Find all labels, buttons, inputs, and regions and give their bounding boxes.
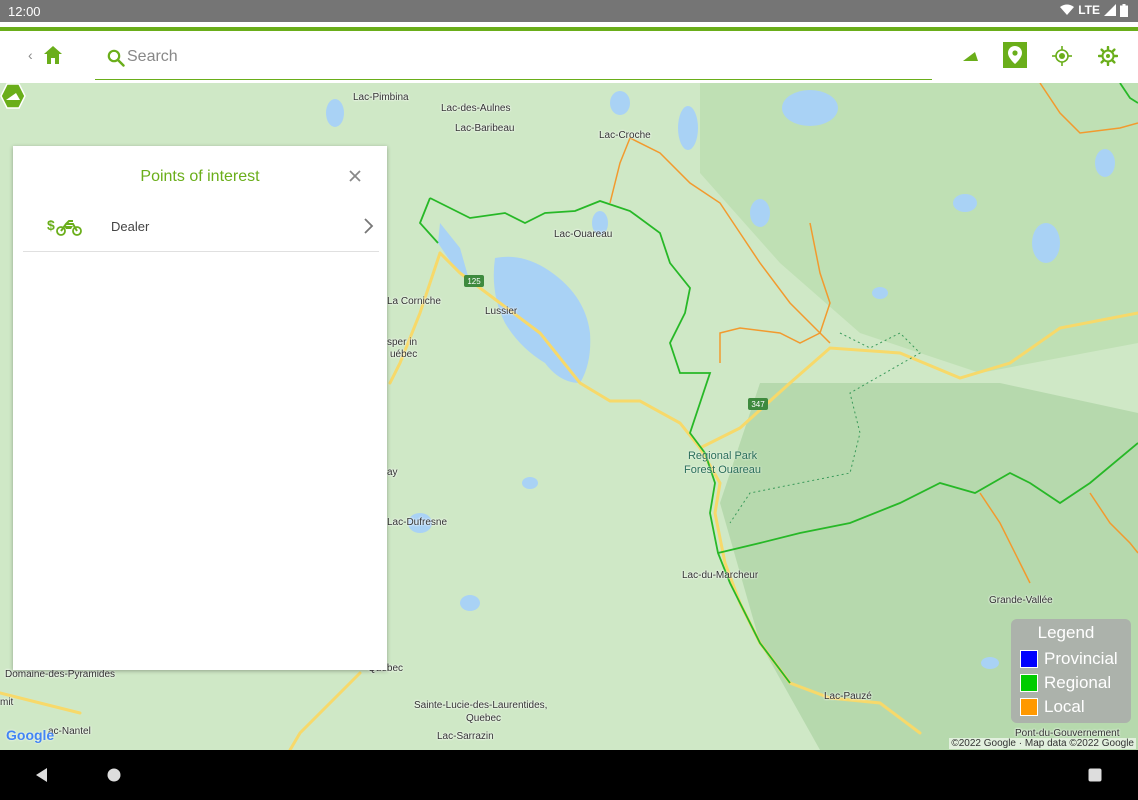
map-label: Lac-Pimbina: [353, 92, 409, 103]
status-bar: 12:00 LTE: [0, 0, 1138, 22]
legend-swatch: [1020, 650, 1038, 668]
map-label: sper in: [387, 337, 418, 348]
route-shield-125: 125: [467, 277, 481, 286]
battery-icon: [1120, 3, 1128, 17]
map-label: Lac-des-Aulnes: [441, 103, 511, 114]
settings-button[interactable]: [1095, 43, 1121, 69]
map-label: ay: [387, 467, 398, 478]
map-pin-button[interactable]: [1003, 42, 1027, 68]
recents-icon[interactable]: [1087, 767, 1103, 783]
map-label: uébec: [390, 349, 418, 360]
map-label: Domaine-des-Pyramides: [5, 669, 116, 680]
locate-button[interactable]: [1049, 43, 1075, 69]
route-shield-347: 347: [751, 400, 765, 409]
map-attribution[interactable]: ©2022 Google · Map data ©2022 Google: [949, 738, 1136, 749]
home-nav-icon[interactable]: [106, 767, 122, 783]
dealer-motorcycle-icon: $: [47, 217, 82, 236]
signal-icon: [1104, 4, 1116, 16]
map-label: Lac-Pauzé: [824, 691, 872, 702]
back-chevron-icon[interactable]: ‹: [28, 47, 33, 63]
home-icon[interactable]: [42, 44, 64, 66]
map-label: Lac-Ouareau: [554, 229, 613, 240]
svg-text:$: $: [47, 217, 55, 233]
locate-icon: [1052, 46, 1072, 66]
close-icon[interactable]: [347, 168, 363, 184]
map-label: Lac-du-Marcheur: [682, 570, 759, 581]
points-of-interest-panel: Points of interest $ Dealer: [13, 146, 387, 670]
map-legend: Legend Provincial Regional Local: [1011, 619, 1131, 723]
legend-label: Regional: [1044, 673, 1112, 692]
network-type: LTE: [1078, 3, 1100, 17]
legend-title: Legend: [1037, 623, 1095, 642]
poi-panel-title: Points of interest: [140, 168, 260, 185]
poi-item-dealer[interactable]: $ Dealer: [23, 204, 379, 252]
system-nav-bar: [0, 750, 1138, 800]
chevron-right-icon: [364, 218, 374, 234]
map-label: Lac-Croche: [599, 130, 651, 141]
map-label: Lussier: [485, 306, 518, 317]
map-label: Sainte-Lucie-des-Laurentides,: [414, 700, 548, 711]
map-pin-icon: [1008, 46, 1022, 64]
triangle-button[interactable]: [958, 43, 984, 69]
poi-marker-icon[interactable]: [0, 83, 26, 109]
status-icons: LTE: [1060, 3, 1128, 17]
park-label-line-2: Forest Ouareau: [684, 464, 762, 476]
legend-item-local: Local: [1020, 696, 1085, 718]
search-icon: [107, 49, 125, 67]
legend-item-regional: Regional: [1020, 672, 1111, 694]
park-label-line-1: Regional Park: [687, 450, 758, 462]
legend-label: Local: [1044, 697, 1085, 716]
map-label: mit: [0, 697, 14, 708]
legend-item-provincial: Provincial: [1020, 648, 1118, 670]
map-label: Lac-Dufresne: [387, 517, 448, 528]
back-icon[interactable]: [34, 767, 50, 783]
map-label: Grande-Vallée: [989, 595, 1053, 606]
status-time: 12:00: [8, 4, 41, 19]
search-input[interactable]: [127, 45, 917, 69]
wifi-icon: [1060, 4, 1075, 15]
park-label: Regional Park Forest Ouareau: [684, 449, 761, 477]
map-label: ac-Nantel: [48, 726, 91, 737]
search-bar: [95, 39, 932, 80]
map-label: Quebec: [466, 713, 502, 724]
map-label: Lac-Sarrazin: [437, 731, 494, 742]
map-label: Lac-Baribeau: [455, 123, 515, 134]
legend-swatch: [1020, 674, 1038, 692]
poi-item-label: Dealer: [111, 219, 150, 234]
triangle-icon: [963, 52, 978, 61]
legend-label: Provincial: [1044, 649, 1118, 668]
map-label: La Corniche: [387, 296, 441, 307]
legend-swatch: [1020, 698, 1038, 716]
app-bar: ‹: [0, 31, 1138, 83]
settings-icon: [1098, 46, 1118, 66]
google-logo: Google: [6, 727, 55, 743]
